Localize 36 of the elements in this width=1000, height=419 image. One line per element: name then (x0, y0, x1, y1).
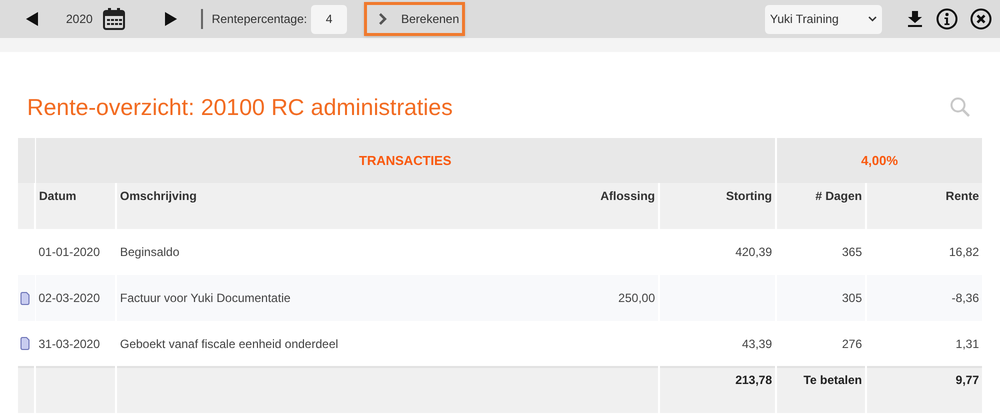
calendar-icon[interactable] (102, 8, 125, 30)
table-cell: Beginsaldo (120, 245, 180, 259)
total-cell: 9,77 (956, 373, 980, 387)
table-cell: 16,82 (948, 245, 980, 259)
table-cell: 305 (842, 291, 862, 305)
table-cell: 250,00 (618, 291, 655, 305)
table-cell: 365 (842, 245, 862, 259)
info-icon[interactable] (936, 8, 958, 30)
document-icon[interactable] (20, 292, 30, 304)
company-select[interactable]: Yuki Training (765, 4, 882, 34)
total-cell: Te betalen (804, 373, 862, 387)
table-cell: 43,39 (742, 336, 772, 350)
download-icon[interactable] (908, 11, 922, 27)
table-cell: 01-01-2020 (38, 245, 100, 259)
rate-label: Rentepercentage: (212, 11, 308, 28)
rate-input[interactable]: 4 (311, 4, 348, 34)
total-cell: 213,78 (735, 373, 772, 387)
table-cell: 420,39 (735, 245, 772, 259)
year-label: 2020 (66, 11, 93, 28)
close-icon[interactable] (970, 8, 992, 30)
table-cell: 1,31 (956, 336, 980, 350)
page-title: Rente-overzicht: 20100 RC administraties (27, 92, 453, 122)
table-cell: 02-03-2020 (38, 291, 100, 305)
document-icon[interactable] (20, 337, 30, 350)
column-header: Rente (866, 183, 982, 229)
table-cell: Factuur voor Yuki Documentatie (120, 291, 291, 305)
table-cell: 31-03-2020 (38, 336, 100, 350)
table-cell: -8,36 (952, 291, 980, 305)
table-cell: 276 (842, 336, 862, 350)
group-header: 4,00% (776, 138, 982, 183)
next-button[interactable] (162, 11, 179, 27)
chevron-icon (379, 13, 388, 25)
calculate-button[interactable]: Berekenen (364, 2, 466, 36)
previous-button[interactable] (24, 11, 40, 27)
table-cell: Geboekt vanaf fiscale eenheid onderdeel (120, 336, 338, 350)
caret-icon (868, 16, 877, 22)
